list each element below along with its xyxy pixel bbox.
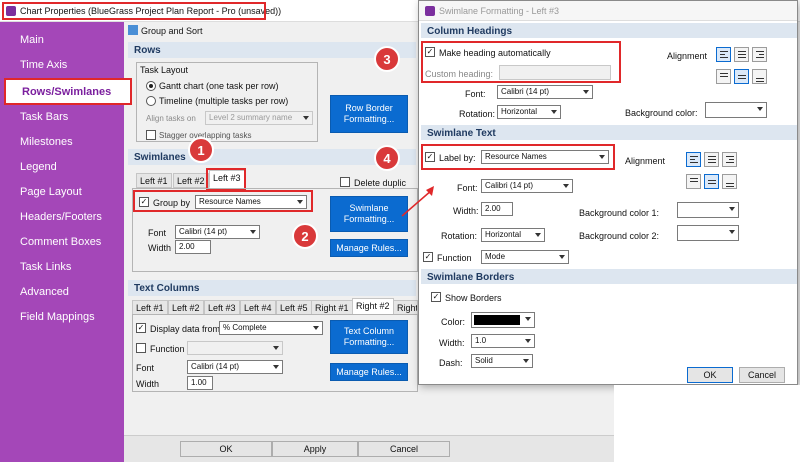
badge-2: 2: [292, 223, 318, 249]
badge-3: 3: [374, 46, 400, 72]
badge-1: 1: [188, 137, 214, 163]
arrow-to-dialog: [401, 189, 433, 217]
annotation-overlay: [401, 186, 434, 217]
badge-4: 4: [374, 145, 400, 171]
